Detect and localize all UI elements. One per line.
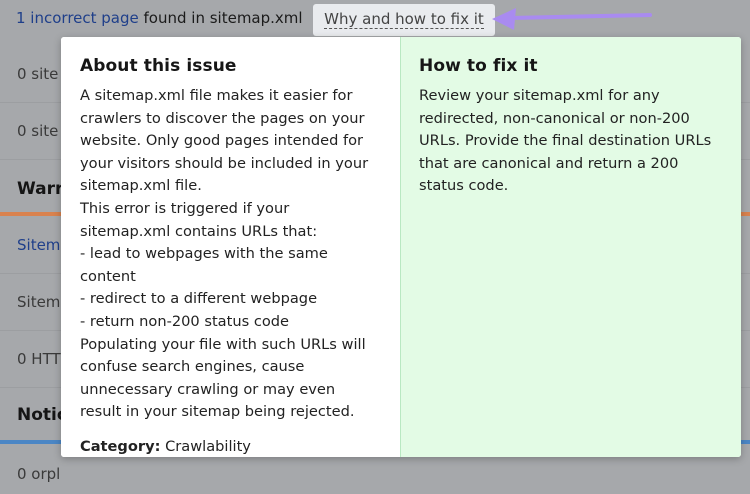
text-line: result in your sitemap being rejected.: [80, 403, 355, 421]
text-line: - return non-200 status code: [80, 312, 290, 330]
issue-info-popup: About this issue A sitemap.xml file make…: [61, 37, 741, 457]
text-line: unnecessary crawling or may even: [80, 380, 336, 398]
text-line: confuse search engines, cause: [80, 358, 305, 376]
section-title: Warr: [17, 179, 64, 199]
category-value: Crawlability: [160, 437, 251, 455]
row-link[interactable]: Sitem: [17, 236, 60, 254]
issue-summary: 1 incorrect page found in sitemap.xml: [16, 9, 303, 27]
text-line: URLs. Provide the final destination URLs: [419, 132, 712, 150]
text-line: Populating your file with such URLs will: [80, 335, 366, 353]
text-line: sitemap.xml file.: [80, 177, 202, 195]
arrow-annotation-icon: [492, 8, 652, 30]
text-line: your visitors should be included in your: [80, 154, 369, 172]
how-to-fix-panel: How to fix it Review your sitemap.xml fo…: [400, 37, 741, 457]
how-to-fix-title: How to fix it: [419, 56, 538, 76]
text-line: - lead to webpages with the same: [80, 245, 328, 263]
how-to-fix-text: Review your sitemap.xml for any redirect…: [419, 85, 725, 198]
category-label: Category:: [80, 437, 161, 455]
row-text: 0 site: [17, 122, 59, 140]
text-line: website. Only good pages intended for: [80, 132, 364, 150]
incorrect-pages-link[interactable]: 1 incorrect page: [16, 9, 139, 27]
why-and-how-to-fix-button[interactable]: Why and how to fix it: [313, 4, 495, 36]
row-text: 0 orpl: [17, 465, 61, 483]
text-line: sitemap.xml contains URLs that:: [80, 222, 318, 240]
text-line: redirected, non-canonical or non-200: [419, 109, 690, 127]
about-issue-text: A sitemap.xml file makes it easier for c…: [80, 85, 382, 424]
issue-summary-text: found in sitemap.xml: [138, 9, 303, 27]
about-issue-panel: About this issue A sitemap.xml file make…: [61, 37, 400, 457]
text-line: that are canonical and return a 200: [419, 154, 679, 172]
text-line: Review your sitemap.xml for any: [419, 87, 660, 104]
why-and-how-label: Why and how to fix it: [324, 10, 484, 29]
section-title: Notic: [17, 405, 67, 425]
row-text: 0 HTT: [17, 350, 61, 368]
category-line: Category: Crawlability: [80, 438, 382, 455]
text-line: This error is triggered if your: [80, 199, 290, 217]
row-text: 0 site: [17, 65, 59, 83]
text-line: crawlers to discover the pages on your: [80, 109, 365, 127]
text-line: content: [80, 267, 136, 285]
about-issue-title: About this issue: [80, 56, 237, 76]
text-line: status code.: [419, 177, 509, 195]
row-text: Sitem: [17, 293, 61, 311]
text-line: A sitemap.xml file makes it easier for: [80, 87, 353, 104]
text-line: - redirect to a different webpage: [80, 290, 318, 308]
